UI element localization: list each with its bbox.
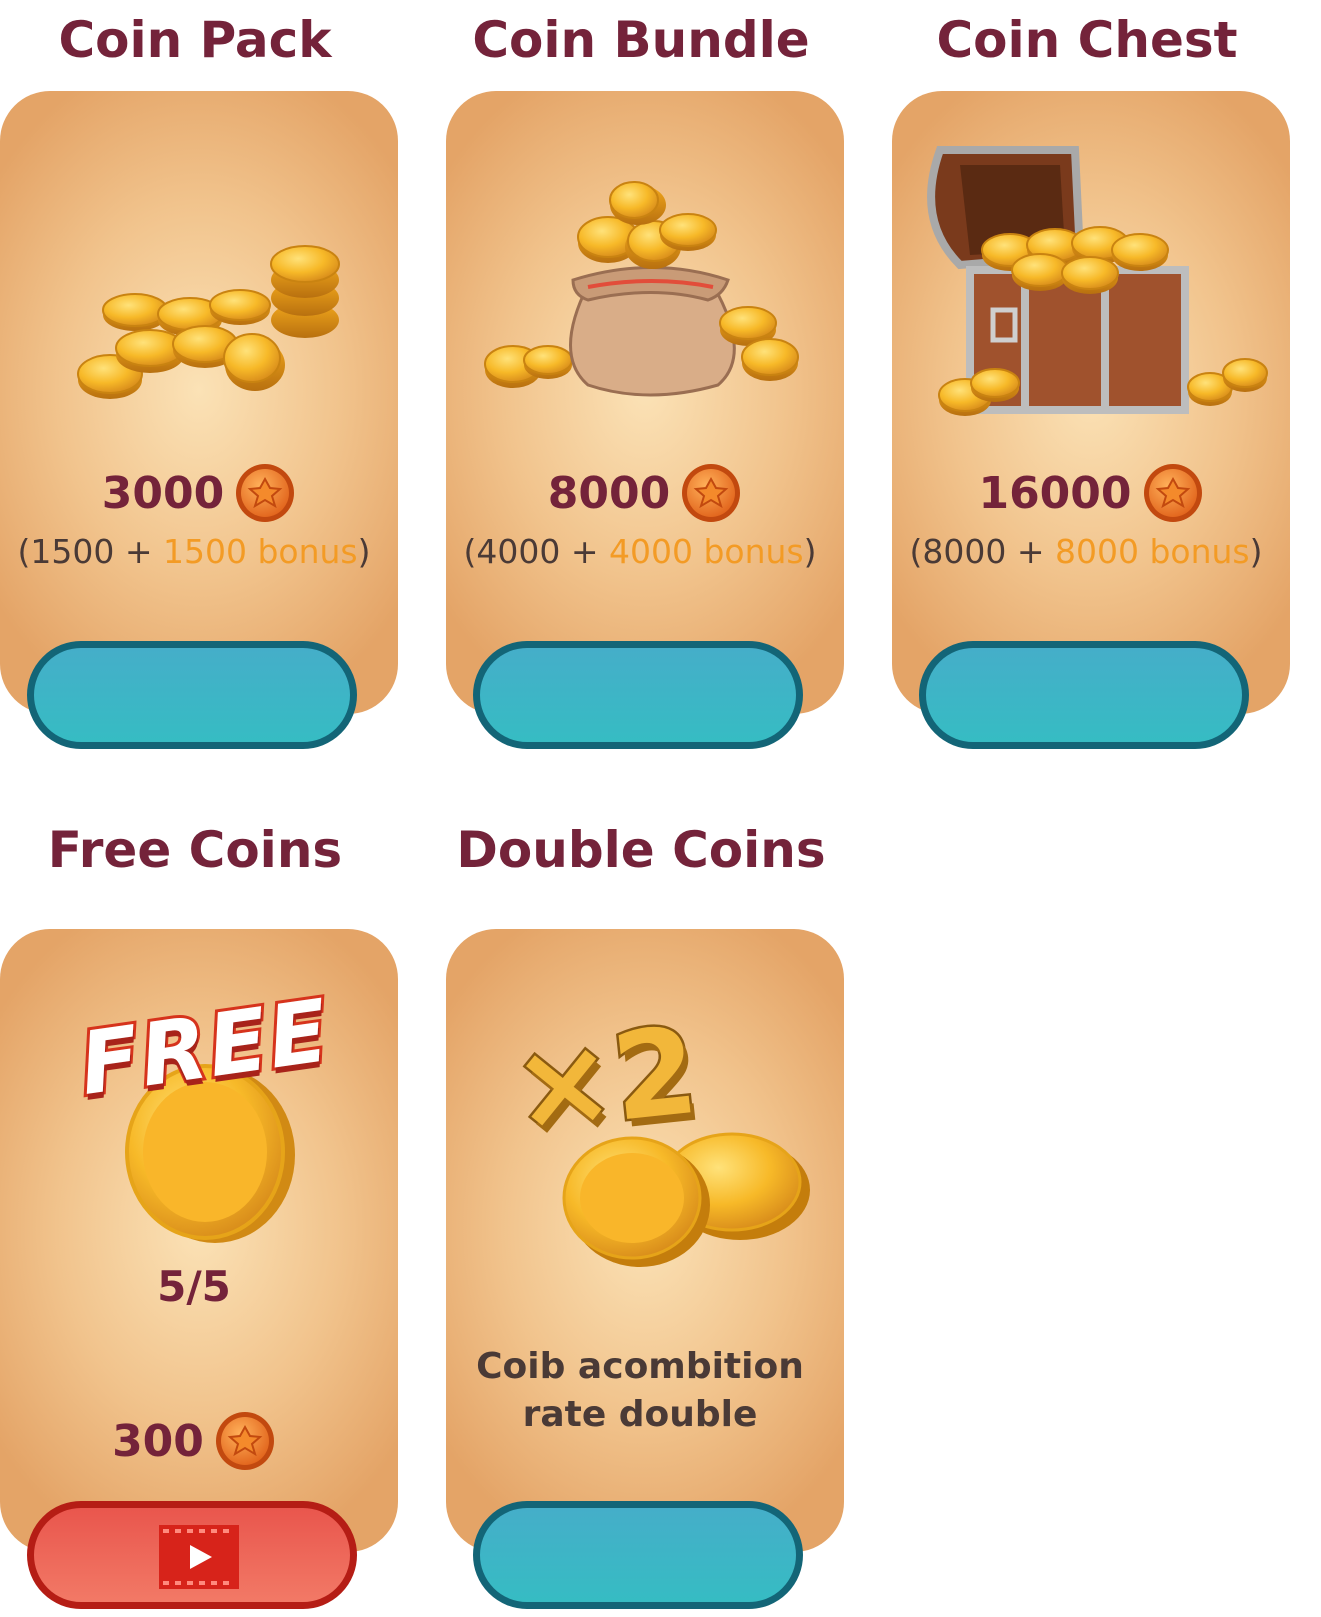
watch-ad-button[interactable] bbox=[27, 1501, 357, 1609]
coin-amount-value: 16000 bbox=[978, 467, 1132, 519]
card-title: Double Coins bbox=[456, 821, 826, 879]
bonus-amount: 4000 bonus bbox=[608, 532, 804, 571]
buy-coin-chest-button[interactable] bbox=[919, 641, 1249, 749]
coin-currency-icon bbox=[215, 1412, 274, 1470]
coin-amount-value: 3000 bbox=[101, 467, 225, 519]
card-title: Coin Bundle bbox=[472, 11, 810, 69]
bonus-breakdown: (8000 + 8000 bonus) bbox=[909, 532, 1263, 571]
buy-double-coins-button[interactable] bbox=[473, 1501, 803, 1609]
card-title: Free Coins bbox=[47, 821, 343, 879]
free-reward-value: 300 bbox=[112, 1415, 204, 1467]
treasure-chest-icon bbox=[927, 146, 1268, 416]
bonus-amount: 8000 bonus bbox=[1054, 532, 1250, 571]
bonus-amount: 1500 bonus bbox=[162, 532, 358, 571]
coin-sack-icon bbox=[484, 181, 799, 397]
coin-pile-icon bbox=[77, 245, 340, 399]
coin-amount-value: 8000 bbox=[547, 467, 671, 519]
video-play-icon bbox=[159, 1525, 239, 1589]
bonus-breakdown: (1500 + 1500 bonus) bbox=[17, 532, 371, 571]
coin-amount: 8000 bbox=[446, 462, 844, 524]
free-claims-progress: 5/5 bbox=[157, 1262, 231, 1311]
buy-coin-bundle-button[interactable] bbox=[473, 641, 803, 749]
coin-amount: 16000 bbox=[892, 462, 1290, 524]
coin-currency-icon bbox=[682, 464, 741, 522]
card-title: Coin Chest bbox=[936, 11, 1238, 69]
x2-badge: ×2 bbox=[504, 999, 707, 1161]
coin-currency-icon bbox=[236, 464, 295, 522]
card-title: Coin Pack bbox=[58, 11, 332, 69]
free-reward: 300 bbox=[0, 1410, 393, 1472]
coin-amount: 3000 bbox=[0, 462, 398, 524]
bonus-breakdown: (4000 + 4000 bonus) bbox=[463, 532, 817, 571]
buy-coin-pack-button[interactable] bbox=[27, 641, 357, 749]
double-coins-description: Coib acombition rate double bbox=[476, 1346, 804, 1435]
coin-currency-icon bbox=[1143, 464, 1202, 522]
